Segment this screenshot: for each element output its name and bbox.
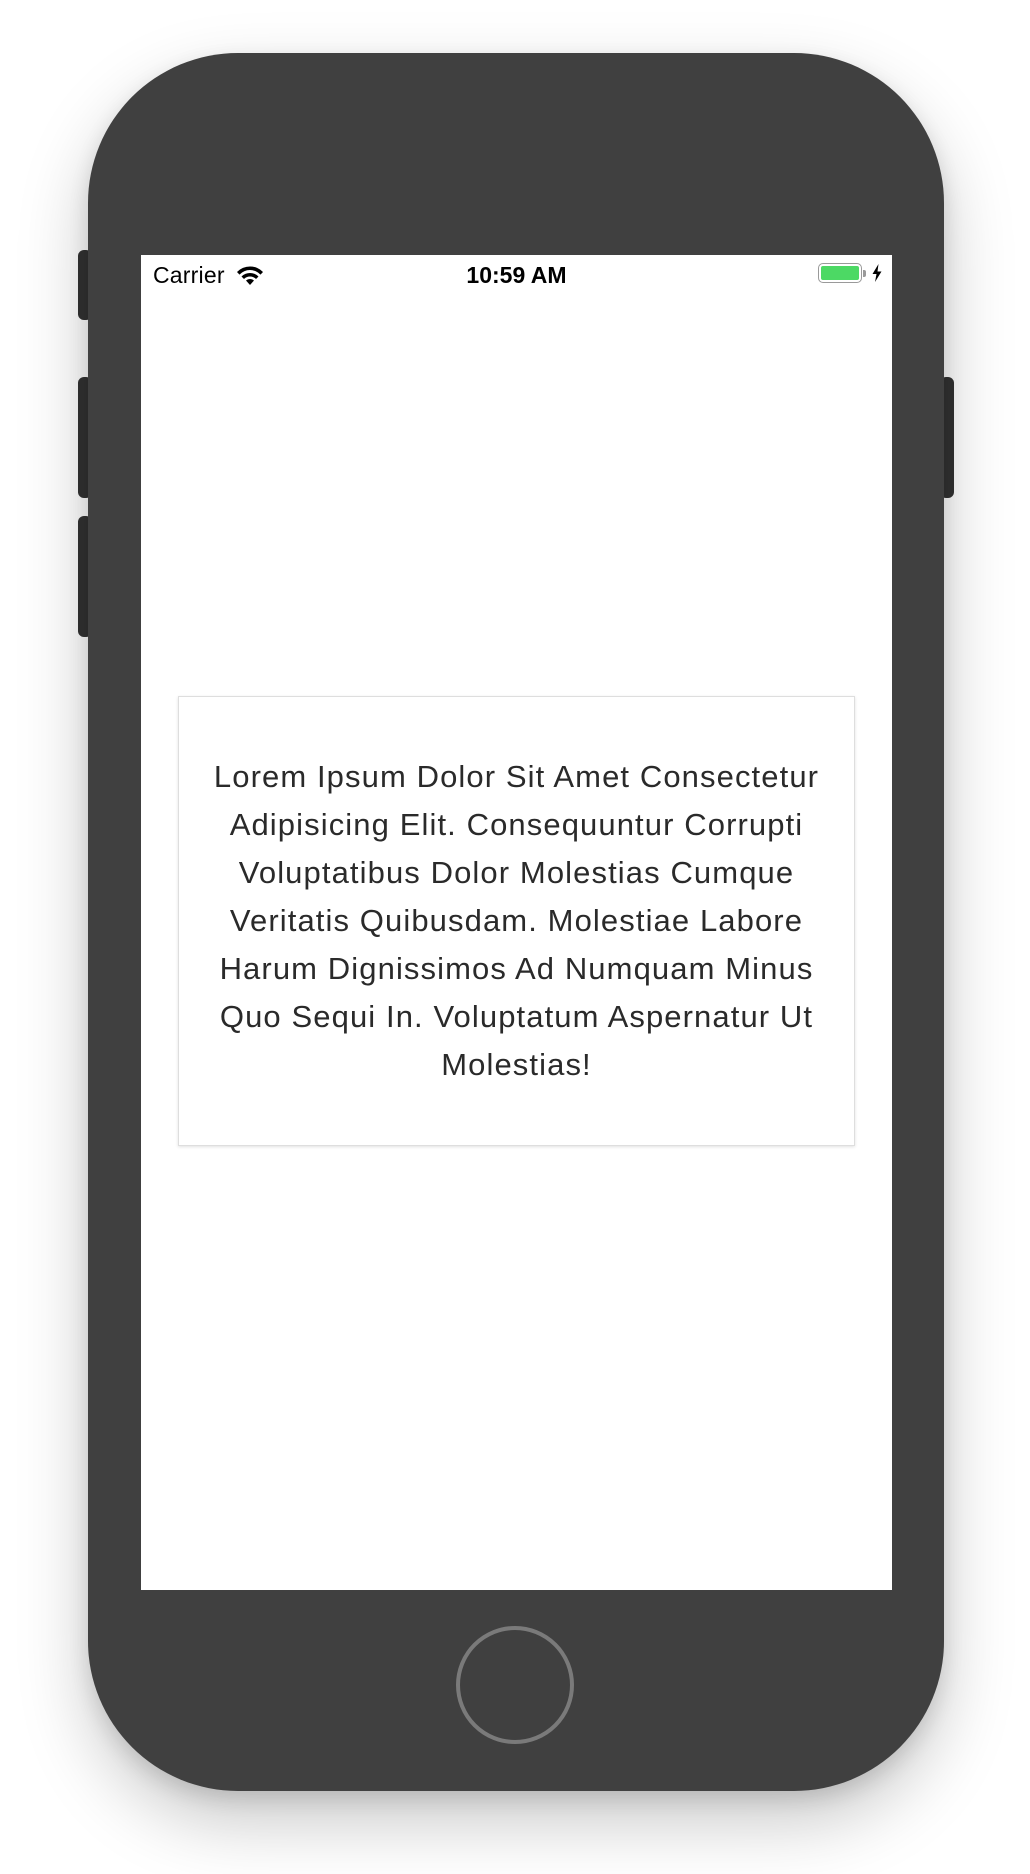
battery-level-fill: [821, 266, 859, 280]
battery-cap: [863, 269, 866, 277]
battery-icon: [818, 263, 862, 283]
simulator-stage: Carrier 10:59 AM Lorem Ipsum Dolor Sit A…: [0, 0, 1030, 1874]
card-text: Lorem Ipsum Dolor Sit Amet Consectetur A…: [213, 759, 820, 1082]
status-time: 10:59 AM: [466, 262, 567, 288]
device-screen: Carrier 10:59 AM Lorem Ipsum Dolor Sit A…: [141, 255, 892, 1590]
text-card: Lorem Ipsum Dolor Sit Amet Consectetur A…: [178, 696, 855, 1146]
status-bar: Carrier 10:59 AM: [141, 255, 892, 295]
battery-group: [818, 263, 882, 283]
charging-bolt-icon: [872, 264, 882, 282]
home-button[interactable]: [456, 1626, 574, 1744]
